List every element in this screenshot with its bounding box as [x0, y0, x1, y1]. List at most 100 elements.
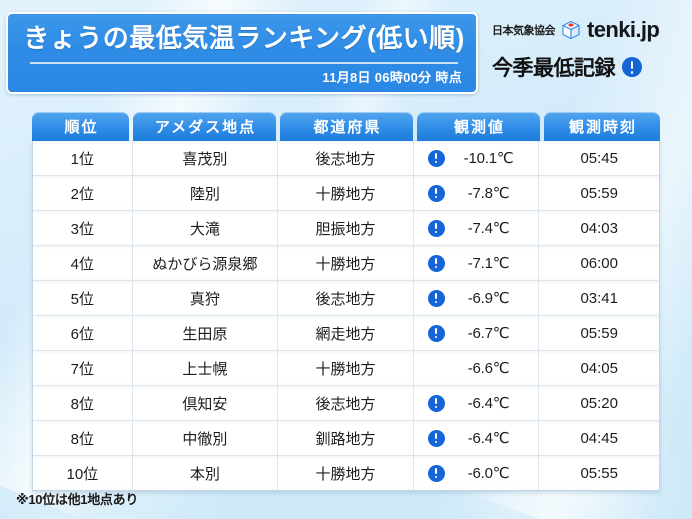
exclamation-badge-icon — [427, 219, 445, 237]
observation-timestamp: 11月8日 06時00分 時点 — [322, 70, 462, 85]
exclamation-badge-icon — [427, 184, 445, 202]
cell-prefecture: 十勝地方 — [278, 351, 414, 385]
observed-temperature: -7.4℃ — [467, 220, 510, 237]
column-header-prefecture: 都道府県 — [280, 112, 413, 141]
cell-rank: 5位 — [33, 281, 133, 315]
cell-rank: 7位 — [33, 351, 133, 385]
column-header-time: 観測時刻 — [544, 112, 660, 141]
cell-prefecture: 網走地方 — [278, 316, 414, 350]
cell-amedas-point: ぬかびら源泉郷 — [133, 246, 279, 280]
cell-observation-time: 05:20 — [580, 394, 618, 412]
table-row: 4位 ぬかびら源泉郷 十勝地方 -7.1℃ 06:00 — [33, 246, 659, 281]
observed-temperature: -6.4℃ — [467, 395, 510, 412]
observed-temperature: -6.0℃ — [467, 465, 510, 482]
ranking-table: 順位 アメダス地点 都道府県 観測値 観測時刻 1位 喜茂別 後志地方 -10.1℃ 0… — [32, 112, 660, 491]
cell-prefecture: 胆振地方 — [278, 211, 414, 245]
cell-rank: 2位 — [33, 176, 133, 210]
cell-observed-value: -6.6℃ — [414, 351, 540, 385]
cell-amedas-point: 本別 — [133, 456, 279, 490]
table-row: 8位 倶知安 後志地方 -6.4℃ 05:20 — [33, 386, 659, 421]
cell-prefecture: 十勝地方 — [278, 456, 414, 490]
cell-observed-value: -6.4℃ — [414, 386, 540, 420]
cell-rank: 1位 — [33, 141, 133, 175]
cell-observed-value: -6.4℃ — [414, 421, 540, 455]
cell-observed-value: -6.9℃ — [414, 281, 540, 315]
brand-block: 日本気象協会 tenki.jp 今季最低記録 — [492, 17, 690, 82]
season-record-label: 今季最低記録 — [492, 57, 616, 80]
exclamation-badge-icon — [427, 464, 445, 482]
cell-amedas-point: 喜茂別 — [133, 141, 279, 175]
column-header-amedas: アメダス地点 — [133, 112, 276, 141]
cell-prefecture: 後志地方 — [278, 281, 414, 315]
season-record-note: 今季最低記録 — [492, 52, 690, 82]
observed-temperature: -7.1℃ — [467, 255, 510, 272]
cell-observed-value: -7.1℃ — [414, 246, 540, 280]
table-row: 1位 喜茂別 後志地方 -10.1℃ 05:45 — [33, 141, 659, 176]
observed-temperature: -6.4℃ — [467, 430, 510, 447]
cell-rank: 3位 — [33, 211, 133, 245]
table-header-row: 順位 アメダス地点 都道府県 観測値 観測時刻 — [32, 112, 660, 141]
cell-amedas-point: 大滝 — [133, 211, 279, 245]
cell-observation-time: 04:03 — [580, 219, 618, 237]
table-row: 7位 上士幌 十勝地方 -6.6℃ 04:05 — [33, 351, 659, 386]
tenki-cube-icon — [561, 20, 581, 40]
cell-amedas-point: 中徹別 — [133, 421, 279, 455]
observed-temperature: -7.8℃ — [467, 185, 510, 202]
cell-observed-value: -7.8℃ — [414, 176, 540, 210]
exclamation-badge-icon — [427, 394, 445, 412]
title-banner: きょうの最低気温ランキング(低い順) 11月8日 06時00分 時点 — [6, 12, 478, 94]
association-name: 日本気象協会 — [492, 25, 556, 37]
observed-temperature: -6.6℃ — [467, 360, 510, 377]
site-name: tenki.jp — [587, 17, 660, 42]
header: きょうの最低気温ランキング(低い順) 11月8日 06時00分 時点 日本気象協… — [0, 12, 692, 96]
observed-temperature: -6.7℃ — [467, 325, 510, 342]
observed-temperature: -10.1℃ — [463, 150, 514, 167]
exclamation-badge-icon — [427, 289, 445, 307]
table-row: 2位 陸別 十勝地方 -7.8℃ 05:59 — [33, 176, 659, 211]
cell-observed-value: -10.1℃ — [414, 141, 540, 175]
table-row: 8位 中徹別 釧路地方 -6.4℃ 04:45 — [33, 421, 659, 456]
cell-prefecture: 後志地方 — [278, 141, 414, 175]
exclamation-badge-icon — [427, 254, 445, 272]
cell-rank: 10位 — [33, 456, 133, 490]
cell-amedas-point: 上士幌 — [133, 351, 279, 385]
exclamation-badge-icon — [427, 149, 445, 167]
cell-observed-value: -7.4℃ — [414, 211, 540, 245]
weather-ranking-infographic: きょうの最低気温ランキング(低い順) 11月8日 06時00分 時点 日本気象協… — [0, 0, 692, 519]
cell-observation-time: 05:59 — [580, 184, 618, 202]
observed-temperature: -6.9℃ — [467, 290, 510, 307]
cell-rank: 4位 — [33, 246, 133, 280]
title-divider — [30, 62, 458, 64]
cell-observed-value: -6.7℃ — [414, 316, 540, 350]
column-header-value: 観測値 — [417, 112, 540, 141]
cell-rank: 8位 — [33, 386, 133, 420]
exclamation-badge-icon — [622, 57, 642, 77]
cell-prefecture: 釧路地方 — [278, 421, 414, 455]
brand-logo-row: 日本気象協会 tenki.jp — [492, 17, 690, 42]
cell-observation-time: 06:00 — [580, 254, 618, 272]
cell-observation-time: 04:45 — [580, 429, 618, 447]
page-title: きょうの最低気温ランキング(低い順) — [23, 23, 465, 53]
cell-rank: 8位 — [33, 421, 133, 455]
cell-amedas-point: 陸別 — [133, 176, 279, 210]
cell-observation-time: 05:45 — [580, 149, 618, 167]
column-header-rank: 順位 — [32, 112, 129, 141]
cell-prefecture: 後志地方 — [278, 386, 414, 420]
cell-observation-time: 03:41 — [580, 289, 618, 307]
table-row: 5位 真狩 後志地方 -6.9℃ 03:41 — [33, 281, 659, 316]
cell-observed-value: -6.0℃ — [414, 456, 540, 490]
cell-rank: 6位 — [33, 316, 133, 350]
table-row: 10位 本別 十勝地方 -6.0℃ 05:55 — [33, 456, 659, 490]
cell-amedas-point: 真狩 — [133, 281, 279, 315]
cell-observation-time: 05:59 — [580, 324, 618, 342]
footnote: ※10位は他1地点あり — [16, 492, 139, 507]
table-row: 6位 生田原 網走地方 -6.7℃ 05:59 — [33, 316, 659, 351]
exclamation-badge-icon — [427, 429, 445, 447]
cell-prefecture: 十勝地方 — [278, 246, 414, 280]
table-row: 3位 大滝 胆振地方 -7.4℃ 04:03 — [33, 211, 659, 246]
table-body: 1位 喜茂別 後志地方 -10.1℃ 05:45 2位 陸別 十勝地方 -7.8℃ 05:59 3位… — [32, 141, 660, 491]
cell-amedas-point: 倶知安 — [133, 386, 279, 420]
cell-prefecture: 十勝地方 — [278, 176, 414, 210]
exclamation-badge-icon — [427, 324, 445, 342]
cell-observation-time: 05:55 — [580, 464, 618, 482]
